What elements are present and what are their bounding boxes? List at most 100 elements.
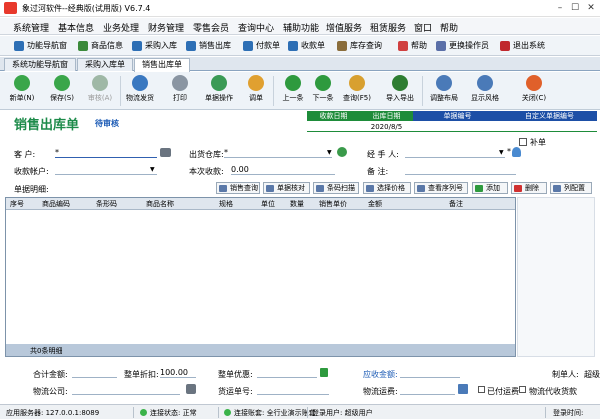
column-header[interactable]: 条形码 <box>96 199 117 209</box>
document-ops-button[interactable]: 单据操作 <box>199 74 239 108</box>
menu-item[interactable]: 基本信息 <box>58 21 94 34</box>
logistics-button[interactable]: 物流发货 <box>120 74 160 108</box>
menu-item[interactable]: 窗口 <box>414 21 432 34</box>
columns-icon <box>553 185 561 192</box>
window-title: 象过河软件--经典版(试用版) V6.7.4 <box>22 4 151 13</box>
freight-paid-checkbox[interactable] <box>478 386 485 393</box>
sales-query-button[interactable]: 销售查询 <box>216 182 260 194</box>
choose-price-button[interactable]: 选择价格 <box>363 182 411 194</box>
menu-item[interactable]: 财务管理 <box>148 21 184 34</box>
cod-label: 物流代收货款 <box>529 387 577 396</box>
received-label: 本次收款: <box>189 167 224 176</box>
chevron-down-icon[interactable]: ▼ <box>327 149 332 156</box>
quick-sales-button[interactable]: 销售出库 <box>186 39 231 53</box>
column-header[interactable]: 数量 <box>290 199 304 209</box>
close-button[interactable]: 关闭(C) <box>514 74 554 108</box>
tab-navigator[interactable]: 系统功能导航窗 <box>4 58 76 71</box>
customer-lookup-icon[interactable] <box>160 148 171 157</box>
serial-number-button[interactable]: 查看序列号 <box>414 182 468 194</box>
exit-icon <box>500 41 510 51</box>
arrow-left-icon <box>285 75 301 91</box>
maximize-icon[interactable]: ☐ <box>568 2 582 14</box>
logistics-lookup-icon[interactable] <box>186 384 196 394</box>
chevron-down-icon[interactable]: ▼ <box>150 166 155 173</box>
menu-item[interactable]: 查询中心 <box>238 21 274 34</box>
logistics-label: 物流公司: <box>33 387 68 396</box>
import-export-button[interactable]: 导入导出 <box>380 74 420 108</box>
doc-check-button[interactable]: 单据核对 <box>263 182 310 194</box>
menu-item[interactable]: 租赁服务 <box>370 21 406 34</box>
tab-purchase[interactable]: 采购入库单 <box>77 58 133 71</box>
menu-item[interactable]: 辅助功能 <box>283 21 319 34</box>
user-status: 登录用户: 超级用户 <box>312 409 373 417</box>
save-button[interactable]: 保存(S) <box>42 74 82 108</box>
quick-nav-button[interactable]: 功能导航窗 <box>14 39 67 53</box>
preferential-input[interactable] <box>257 368 317 378</box>
column-config-button[interactable]: 列配置 <box>550 182 592 194</box>
menu-item[interactable]: 增值服务 <box>326 21 362 34</box>
account-select[interactable] <box>55 165 157 175</box>
customer-input[interactable]: * <box>55 148 157 158</box>
header-divider <box>307 131 597 132</box>
quick-switch-user-button[interactable]: 更换操作员 <box>436 39 489 53</box>
menu-item[interactable]: 业务处理 <box>103 21 139 34</box>
warehouse-select[interactable]: * <box>224 148 332 158</box>
detail-grid[interactable]: 序号 商品编码 条形码 商品名称 规格 单位 数量 销售单价 金额 备注 共0条… <box>5 197 516 357</box>
document-tab-bar: 系统功能导航窗 采购入库单 销售出库单 <box>0 57 600 72</box>
menu-item[interactable]: 帮助 <box>440 21 458 34</box>
layout-button[interactable]: 调整布局 <box>424 74 464 108</box>
remark-input[interactable] <box>405 165 516 175</box>
logistics-input[interactable] <box>72 385 180 395</box>
quick-stock-button[interactable]: 库存查询 <box>337 39 382 53</box>
chevron-down-icon[interactable]: ▼ <box>499 149 504 156</box>
supplement-checkbox[interactable] <box>519 138 527 146</box>
received-input[interactable]: 0.00 <box>231 165 335 175</box>
user-switch-icon <box>436 41 446 51</box>
freight-input[interactable] <box>400 385 455 395</box>
document-ops-icon <box>211 75 227 91</box>
column-header[interactable]: 序号 <box>10 199 24 209</box>
receivable-input[interactable] <box>400 368 460 378</box>
person-icon[interactable] <box>512 147 521 157</box>
tab-sales-out[interactable]: 销售出库单 <box>134 58 190 72</box>
column-header[interactable]: 金额 <box>368 199 382 209</box>
header-label: 自定义单据编号 <box>502 111 597 121</box>
handler-select[interactable] <box>405 148 505 158</box>
column-header[interactable]: 单位 <box>261 199 275 209</box>
new-button[interactable]: 新单(N) <box>2 74 42 108</box>
menu-item[interactable]: 系统管理 <box>13 21 49 34</box>
quick-exit-button[interactable]: 退出系统 <box>500 39 545 53</box>
quick-receipt-button[interactable]: 收款单 <box>288 39 325 53</box>
add-row-button[interactable]: 添加 <box>472 182 508 194</box>
close-window-icon[interactable]: ✕ <box>584 2 598 14</box>
header-label: 单据编号 <box>413 111 502 121</box>
right-side-panel <box>517 197 595 357</box>
delete-row-button[interactable]: 删除 <box>511 182 547 194</box>
query-button[interactable]: 查询(F5) <box>337 74 377 108</box>
column-header[interactable]: 规格 <box>219 199 233 209</box>
column-header[interactable]: 备注 <box>449 199 463 209</box>
minimize-icon[interactable]: – <box>553 2 567 14</box>
preferential-calc-icon[interactable] <box>320 368 328 377</box>
style-button[interactable]: 显示风格 <box>465 74 505 108</box>
total-input[interactable] <box>72 368 117 378</box>
quick-purchase-button[interactable]: 采购入库 <box>132 39 177 53</box>
cod-checkbox[interactable] <box>519 386 526 393</box>
freight-calc-icon[interactable] <box>458 384 468 394</box>
remark-label: 备 注: <box>367 167 389 176</box>
quick-help-button[interactable]: 帮助 <box>398 39 427 53</box>
waybill-input[interactable] <box>257 385 329 395</box>
column-header[interactable]: 商品名称 <box>146 199 174 209</box>
print-button[interactable]: 打印 <box>160 74 200 108</box>
quick-payment-button[interactable]: 付款单 <box>243 39 280 53</box>
audit-button[interactable]: 审核(A) <box>80 74 120 108</box>
discount-input[interactable]: 100.00 <box>160 368 196 378</box>
warehouse-refresh-icon[interactable] <box>337 147 347 157</box>
column-header[interactable]: 销售单价 <box>319 199 347 209</box>
menu-bar: 系统管理 基本信息 业务处理 财务管理 零售会员 查询中心 辅助功能 增值服务 … <box>0 18 600 35</box>
pull-order-button[interactable]: 调单 <box>236 74 276 108</box>
column-header[interactable]: 商品编码 <box>42 199 70 209</box>
menu-item[interactable]: 零售会员 <box>193 21 229 34</box>
quick-goods-button[interactable]: 商品信息 <box>78 39 123 53</box>
barcode-scan-button[interactable]: 条码扫描 <box>313 182 359 194</box>
